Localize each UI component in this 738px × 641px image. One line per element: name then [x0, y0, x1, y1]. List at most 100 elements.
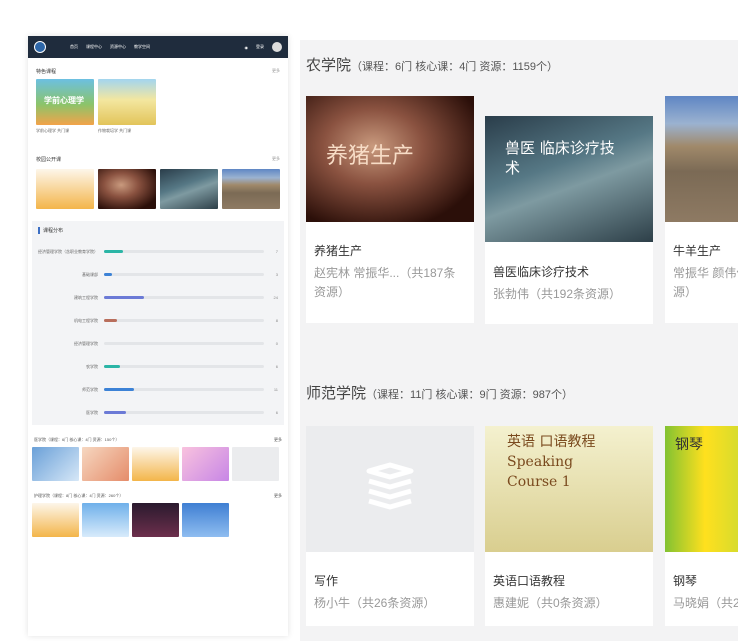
course-card[interactable]: 写作 杨小牛（共26条资源）	[306, 426, 474, 626]
course-cover-image	[306, 426, 474, 552]
college-name: 农学院	[306, 57, 352, 74]
distribution-row: 师范学院 11	[38, 378, 278, 401]
course-card[interactable]: 兽医 临床诊疗技术 兽医临床诊疗技术 张勃伟（共192条资源）	[485, 116, 653, 324]
strip-course-card[interactable]	[182, 447, 229, 481]
cover-title: 学前心理学	[44, 96, 84, 105]
distribution-bar-fill	[104, 273, 112, 276]
college-strip-nursing: 护理学院（课程：8门 核心课：4门 资源：260个） 更多	[28, 481, 288, 537]
distribution-bar-track	[104, 365, 264, 368]
distribution-row: 基础课部 3	[38, 263, 278, 286]
strip-title: 护理学院（课程：8门 核心课：4门 资源：260个）	[34, 493, 124, 498]
distribution-bar-fill	[104, 388, 135, 391]
distribution-row: 机电工程学院 8	[38, 309, 278, 332]
strip-course-card[interactable]	[132, 503, 179, 537]
strip-title: 医学院（课程：6门 核心课：4门 资源：150个）	[34, 437, 120, 442]
course-teachers: 常振华 颜伟俊...（共...条资源）	[673, 266, 738, 299]
strip-course-card[interactable]	[132, 447, 179, 481]
course-title: 写作	[314, 574, 339, 588]
featured-course-card[interactable]: 作物栽培学 共门课	[98, 79, 156, 134]
thumbnail-nav-item[interactable]: 首页	[70, 44, 78, 50]
course-cover-image	[232, 447, 279, 481]
avatar[interactable]	[272, 42, 282, 52]
strip-course-card[interactable]	[232, 447, 279, 481]
course-cover-image	[32, 503, 79, 537]
distribution-bar-fill	[104, 411, 127, 414]
college-name: 师范学院	[306, 385, 367, 402]
public-course-thumb[interactable]	[98, 169, 156, 209]
course-cover-image: 英语 口语教程 Speaking Course 1	[485, 426, 653, 552]
public-course-list	[28, 167, 288, 211]
thumbnail-nav-item[interactable]: 教学空间	[134, 44, 150, 50]
distribution-label: 基础课部	[82, 271, 98, 277]
public-title: 校园公开课	[36, 157, 62, 163]
distribution-bar-track	[104, 273, 264, 276]
course-card[interactable]: 英语 口语教程 Speaking Course 1 英语口语教程 惠建妮（共0条…	[485, 426, 653, 626]
distribution-bar-track	[104, 411, 264, 414]
course-card[interactable]: 钢琴 钢琴 马晓娟（共2...	[665, 426, 738, 626]
course-cover-image	[82, 447, 129, 481]
public-course-thumb[interactable]	[36, 169, 94, 209]
page: 首页 课程中心 资源中心 教学空间 ◉ 登录 特色课程 更多 学前心理学 学前心…	[0, 0, 738, 641]
distribution-bar-fill	[104, 250, 124, 253]
course-cover-image: 兽医 临床诊疗技术	[485, 116, 653, 242]
college-heading-normal-school[interactable]: 师范学院（课程：11门 核心课：9门 资源：987个）	[306, 382, 573, 403]
strip-more-link[interactable]: 更多	[274, 493, 282, 499]
distribution-label: 经济管理学院（含职业教育学院）	[38, 248, 98, 254]
distribution-bar-track	[104, 388, 264, 391]
course-cover-image	[98, 79, 156, 125]
thumbnail-nav-item[interactable]: 资源中心	[110, 44, 126, 50]
distribution-value: 6	[275, 410, 278, 415]
strip-course-card[interactable]	[32, 447, 79, 481]
course-cover-image: 养猪生产	[306, 96, 474, 222]
distribution-value: 24	[273, 295, 278, 300]
distribution-bar-track	[104, 250, 264, 253]
course-cover-image	[665, 96, 738, 222]
college-strip-medicine: 医学院（课程：6门 核心课：4门 资源：150个） 更多	[28, 425, 288, 481]
distribution-value: 11	[273, 387, 278, 392]
featured-course-card[interactable]: 学前心理学 学前心理学 共门课	[36, 79, 94, 134]
strip-course-card[interactable]	[182, 503, 229, 537]
thumbnail-login[interactable]: 登录	[256, 44, 264, 50]
course-card[interactable]: 养猪生产 养猪生产 赵宪林 常振华...（共187条资源）	[306, 96, 474, 323]
course-card[interactable]: 牛羊生产 常振华 颜伟俊...（共...条资源）	[665, 96, 738, 323]
course-teachers: 张勃伟（共192条资源）	[493, 287, 622, 301]
distribution-value: 3	[275, 272, 278, 277]
distribution-label: 机电工程学院	[74, 317, 98, 323]
course-cover-image	[182, 503, 229, 537]
public-course-thumb[interactable]	[222, 169, 280, 209]
course-cover-image	[182, 447, 229, 481]
strip-course-card[interactable]	[82, 503, 129, 537]
college-heading-agriculture[interactable]: 农学院（课程：6门 核心课：4门 资源：1159个）	[306, 54, 558, 75]
course-meta: 共门课	[57, 128, 70, 133]
course-cover-image: 钢琴	[665, 426, 738, 552]
course-title: 钢琴	[673, 574, 698, 588]
distribution-bar-track	[104, 319, 264, 322]
cover-overlay-text: 兽医 临床诊疗技术	[505, 139, 615, 177]
public-more-link[interactable]: 更多	[272, 156, 280, 163]
distribution-value: 0	[275, 341, 278, 346]
distribution-label: 医学院	[86, 409, 98, 415]
featured-more-link[interactable]: 更多	[272, 68, 280, 75]
distribution-bar-track	[104, 342, 264, 345]
public-course-thumb[interactable]	[160, 169, 218, 209]
course-teachers: 赵宪林 常振华...（共187条资源）	[314, 266, 456, 299]
distribution-bar-fill	[104, 296, 144, 299]
strip-course-card[interactable]	[32, 503, 79, 537]
distribution-bar-fill	[104, 319, 117, 322]
college-course-list: 农学院（课程：6门 核心课：4门 资源：1159个） 养猪生产 养猪生产 赵宪林…	[300, 40, 738, 641]
strip-course-card[interactable]	[82, 447, 129, 481]
distribution-row: 建筑工程学院 24	[38, 286, 278, 309]
strip-more-link[interactable]: 更多	[274, 437, 282, 443]
distribution-value: 8	[275, 318, 278, 323]
distribution-rows: 经济管理学院（含职业教育学院） 7 基础课部 3 建筑工程学院 24 机电工程学院 8 经济管理…	[38, 240, 278, 424]
course-distribution-panel: 课程分布 经济管理学院（含职业教育学院） 7 基础课部 3 建筑工程学院 24 机电工程学院…	[32, 221, 284, 425]
course-title: 英语口语教程	[493, 574, 566, 588]
public-section-header: 校园公开课 更多	[28, 134, 288, 167]
course-cover-image	[132, 447, 179, 481]
document-placeholder-icon	[366, 462, 414, 510]
thumbnail-nav-item[interactable]: 课程中心	[86, 44, 102, 50]
bell-icon[interactable]: ◉	[245, 45, 249, 50]
college-stats: （课程：11门 核心课：9门 资源：987个）	[366, 389, 574, 401]
featured-title: 特色课程	[36, 69, 57, 75]
distribution-label: 农学院	[86, 363, 98, 369]
